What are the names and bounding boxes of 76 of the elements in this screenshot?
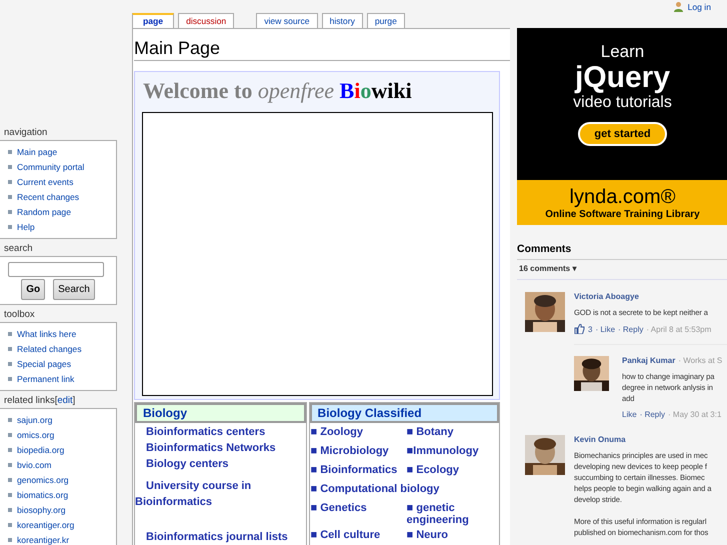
section-link[interactable]: Bioinformatics Networks bbox=[135, 442, 306, 458]
thumbs-up-icon bbox=[574, 324, 585, 334]
ad-text: Learn bbox=[600, 42, 644, 62]
comment-time: · May 30 at 3:1 bbox=[668, 410, 722, 419]
ad-text: video tutorials bbox=[573, 94, 672, 112]
sidebar-link[interactable]: koreantiger.kr bbox=[17, 534, 70, 544]
sidebar-link[interactable]: Recent changes bbox=[17, 192, 80, 202]
sidebar-link[interactable]: Community portal bbox=[17, 162, 84, 172]
page-title: Main Page bbox=[134, 37, 510, 61]
category-link[interactable]: ■Immunology bbox=[406, 445, 499, 461]
category-link[interactable]: ■ Genetics bbox=[310, 502, 407, 526]
category-link[interactable]: ■ Ecology bbox=[406, 464, 499, 480]
sidebar-link[interactable]: What links here bbox=[17, 328, 76, 338]
commenter-name[interactable]: Pankaj Kumar bbox=[622, 356, 676, 365]
sidebar-link[interactable]: Help bbox=[17, 222, 35, 232]
sidebar-link[interactable]: omics.org bbox=[17, 430, 54, 440]
action-tab[interactable]: history bbox=[322, 13, 363, 28]
ad-brand: lynda.com® bbox=[570, 186, 676, 208]
get-started-button[interactable]: get started bbox=[578, 122, 667, 146]
action-tab[interactable]: purge bbox=[366, 13, 405, 28]
sidebar-link[interactable]: Main page bbox=[17, 146, 58, 156]
section-header: Biology bbox=[135, 403, 306, 423]
portlet-heading: related links bbox=[4, 395, 55, 406]
reply-link[interactable]: · Reply bbox=[640, 410, 666, 419]
section-link[interactable]: University course in Bioinformatics bbox=[135, 478, 306, 510]
sidebar-link[interactable]: biosophy.org bbox=[17, 504, 66, 514]
commenter-work: · Works at S bbox=[678, 356, 722, 365]
sidebar-link[interactable]: bvio.com bbox=[17, 460, 52, 470]
category-link[interactable]: ■ Botany bbox=[406, 426, 499, 442]
search-field[interactable] bbox=[8, 262, 104, 277]
section-link[interactable]: Bioinformatics journal lists bbox=[135, 531, 306, 545]
section-link[interactable]: Biology centers bbox=[135, 458, 306, 474]
user-icon bbox=[672, 1, 684, 12]
sidebar-link[interactable]: Permanent link bbox=[17, 374, 74, 384]
ad-text: jQuery bbox=[574, 62, 670, 94]
action-tab[interactable]: view source bbox=[256, 13, 318, 28]
sidebar-link[interactable]: sajun.org bbox=[17, 414, 52, 424]
sidebar-link[interactable]: genomics.org bbox=[17, 474, 69, 484]
category-link[interactable]: ■ Cell culture bbox=[310, 529, 407, 545]
category-link[interactable]: ■ Microbiology bbox=[310, 445, 407, 461]
search-button[interactable]: Search bbox=[53, 279, 95, 300]
commenter-name[interactable]: Kevin Onuma bbox=[574, 435, 626, 444]
bracket: [ bbox=[54, 395, 58, 406]
category-link[interactable]: ■ Zoology bbox=[310, 426, 407, 442]
sidebar-link[interactable]: Related changes bbox=[17, 344, 82, 354]
page-tab[interactable]: discussion bbox=[178, 13, 234, 28]
sidebar-link[interactable]: koreantiger.org bbox=[17, 520, 74, 530]
category-link[interactable]: ■ Neuro bbox=[406, 529, 499, 545]
like-link[interactable]: · Like bbox=[595, 324, 616, 334]
category-link[interactable]: ■ Bioinformatics bbox=[310, 464, 407, 480]
section-link[interactable]: Bioinformatics centers bbox=[135, 426, 306, 442]
commenter-name[interactable]: Victoria Aboagye bbox=[574, 292, 639, 301]
portlet-heading: search bbox=[4, 243, 33, 254]
like-link[interactable]: Like bbox=[622, 410, 637, 419]
sidebar-link[interactable]: Random page bbox=[17, 206, 71, 216]
comments-heading: Comments bbox=[517, 243, 727, 260]
edit-link[interactable]: edit bbox=[57, 395, 73, 406]
comment-time: · April 8 at 5:53pm bbox=[646, 324, 712, 334]
bracket: ] bbox=[72, 395, 76, 406]
section-header: Biology Classified bbox=[310, 403, 499, 423]
portlet-heading: navigation bbox=[4, 127, 48, 138]
sidebar-link[interactable]: biopedia.org bbox=[17, 444, 64, 454]
category-link[interactable]: ■ genetic engineering bbox=[406, 502, 499, 526]
portlet-heading: toolbox bbox=[4, 309, 35, 320]
like-count: 3 bbox=[588, 324, 592, 334]
reply-link[interactable]: · Reply bbox=[618, 324, 644, 334]
welcome-heading: Welcome to openfree Biowiki bbox=[143, 78, 413, 105]
sidebar-link[interactable]: biomatics.org bbox=[17, 490, 68, 500]
sidebar-link[interactable]: Current events bbox=[17, 176, 74, 186]
page-tab[interactable]: page bbox=[132, 13, 174, 28]
ad-tagline: Online Software Training Library bbox=[545, 208, 700, 220]
comment-count-dropdown[interactable]: 16 comments ▾ bbox=[519, 264, 576, 273]
login-link[interactable]: Log in bbox=[688, 2, 711, 12]
category-link[interactable]: ■ Computational biology bbox=[310, 483, 499, 499]
sidebar-link[interactable]: Special pages bbox=[17, 358, 71, 368]
go-button[interactable]: Go bbox=[21, 279, 46, 300]
